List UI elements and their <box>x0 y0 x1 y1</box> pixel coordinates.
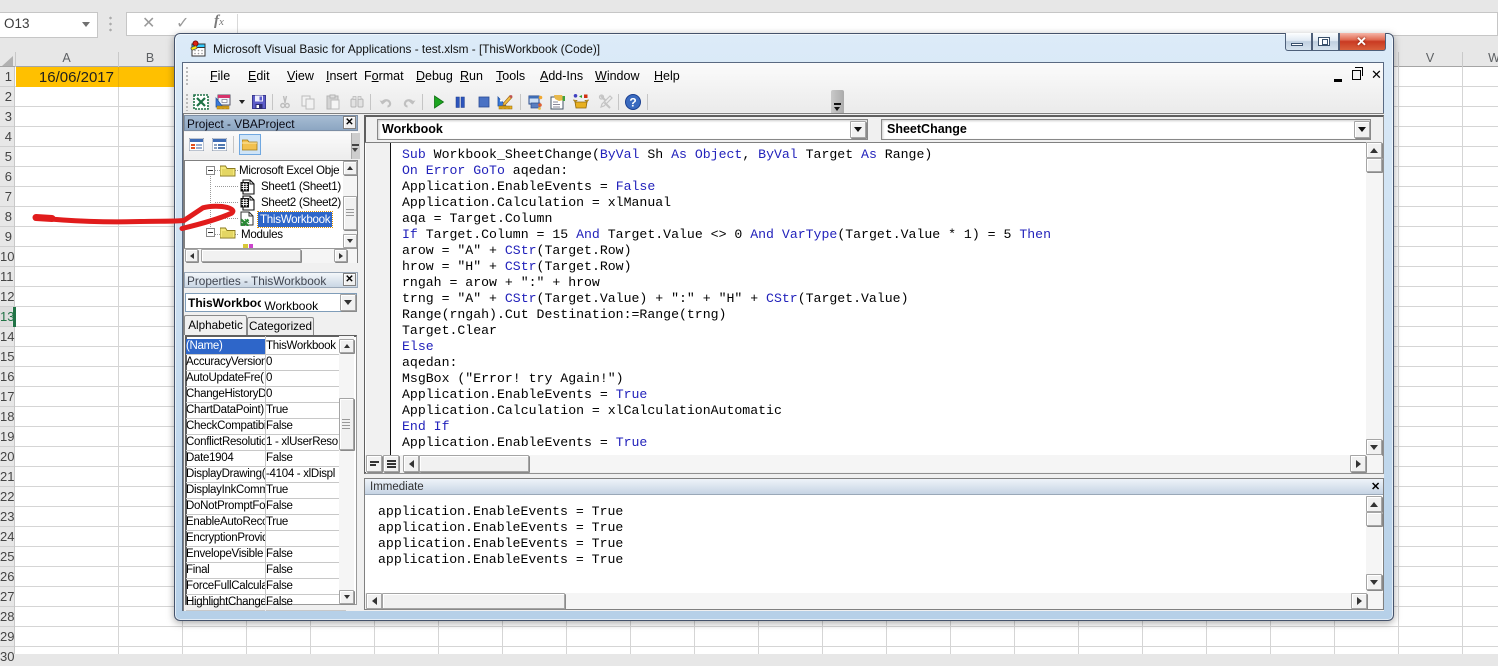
svg-text:?: ? <box>629 96 636 110</box>
